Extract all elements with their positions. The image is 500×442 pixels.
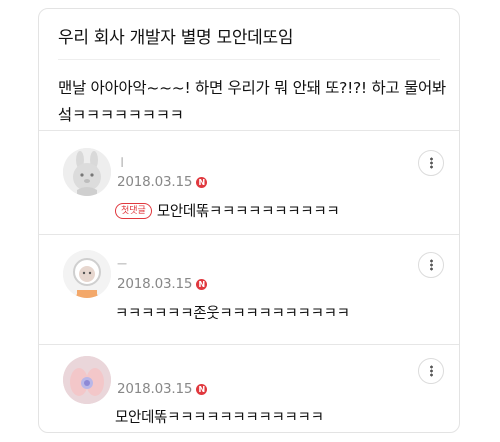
comment-date: 2018.03.15 xyxy=(117,276,193,292)
comment-item: ㅡ 2018.03.15 N ㅋㅋㅋㅋㅋㅋ존웃ㅋㅋㅋㅋㅋㅋㅋㅋㅋㅋ xyxy=(39,234,459,344)
comment-item: 2018.03.15 N 모안데똒ㅋㅋㅋㅋㅋㅋㅋㅋㅋㅋㅋㅋ xyxy=(39,344,459,432)
comment-text: ㅋㅋㅋㅋㅋㅋ존웃ㅋㅋㅋㅋㅋㅋㅋㅋㅋㅋ xyxy=(115,306,350,322)
new-badge: N xyxy=(196,383,208,395)
comment-content: 첫댓글 모안데똒ㅋㅋㅋㅋㅋㅋㅋㅋㅋㅋ xyxy=(115,200,340,221)
new-badge: N xyxy=(196,278,208,290)
comment-content: ㅋㅋㅋㅋㅋㅋ존웃ㅋㅋㅋㅋㅋㅋㅋㅋㅋㅋ xyxy=(115,302,350,323)
comment-text: 모안데똒ㅋㅋㅋㅋㅋㅋㅋㅋㅋㅋㅋㅋ xyxy=(115,410,324,426)
more-vertical-icon xyxy=(429,365,433,377)
post-card: 우리 회사 개발자 별명 모안데또임 맨날 아아아악~~~! 하면 우리가 뭐 … xyxy=(38,8,460,433)
more-vertical-icon xyxy=(429,259,433,271)
more-options-button[interactable] xyxy=(418,252,444,278)
comment-text: 모안데똒ㅋㅋㅋㅋㅋㅋㅋㅋㅋㅋ xyxy=(156,204,340,220)
comment-date: 2018.03.15 xyxy=(117,381,193,397)
cartoon-character-icon[interactable] xyxy=(63,250,111,298)
more-vertical-icon xyxy=(429,157,433,169)
hands-photo-icon[interactable] xyxy=(63,356,111,404)
comment-item: ㅣ 2018.03.15 N 첫댓글 모안데똒ㅋㅋㅋㅋㅋㅋㅋㅋㅋㅋ xyxy=(39,130,459,234)
post-title: 우리 회사 개발자 별명 모안데또임 xyxy=(58,28,294,48)
comment-content: 모안데똒ㅋㅋㅋㅋㅋㅋㅋㅋㅋㅋㅋㅋ xyxy=(115,406,324,427)
new-badge: N xyxy=(196,176,208,188)
comment-nickname[interactable]: ㅡ xyxy=(117,256,127,272)
post-body: 맨날 아아아악~~~! 하면 우리가 뭐 안돼 또?!?! 하고 물어봐섴ㅋㅋㅋ… xyxy=(58,79,446,124)
comment-nickname[interactable]: ㅣ xyxy=(117,154,127,170)
comment-meta: 2018.03.15 N xyxy=(117,276,208,292)
rabbit-face-icon[interactable] xyxy=(63,148,111,196)
first-comment-tag: 첫댓글 xyxy=(115,202,152,219)
comment-meta: 2018.03.15 N xyxy=(117,381,208,397)
more-options-button[interactable] xyxy=(418,150,444,176)
comment-date: 2018.03.15 xyxy=(117,174,193,190)
comment-meta: 2018.03.15 N xyxy=(117,174,208,190)
title-divider xyxy=(58,59,440,60)
more-options-button[interactable] xyxy=(418,358,444,384)
